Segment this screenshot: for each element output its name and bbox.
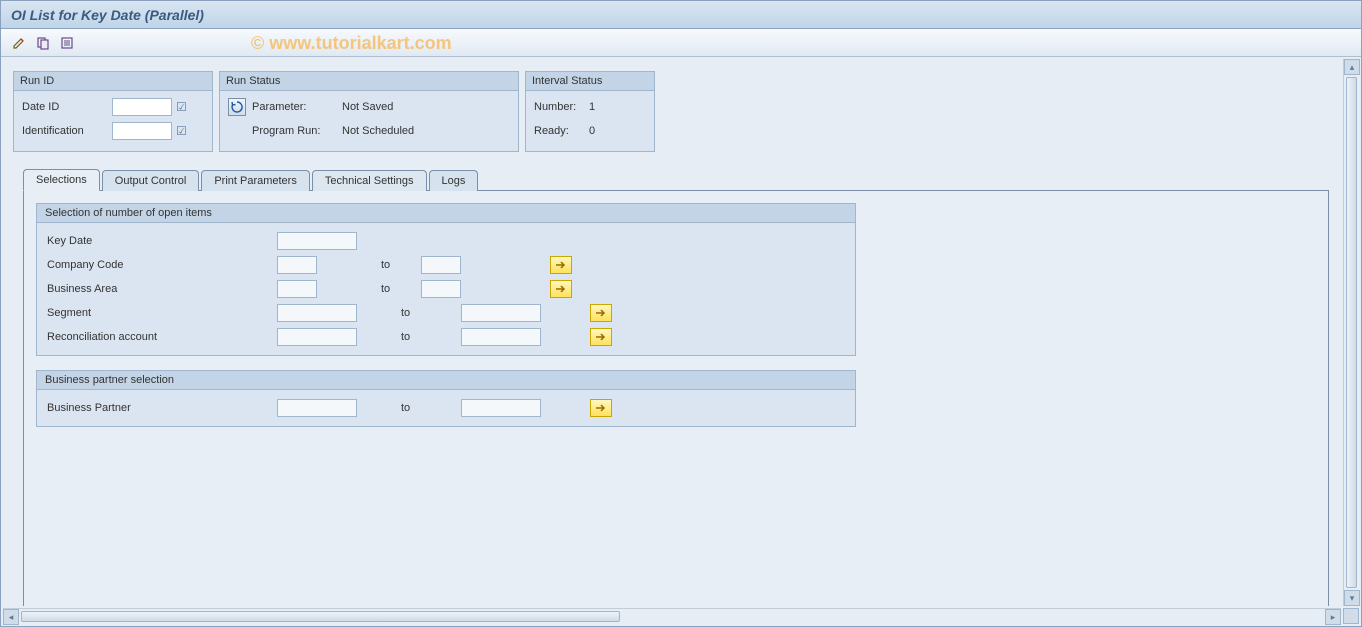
bp-from[interactable] [277, 399, 357, 417]
segment-label: Segment [47, 307, 277, 319]
company-code-label: Company Code [47, 259, 277, 271]
tabstrip: Selections Output Control Print Paramete… [23, 168, 1329, 191]
app-toolbar [1, 29, 1361, 57]
number-value: 1 [589, 101, 595, 113]
app-window: OI List for Key Date (Parallel) © www.tu… [0, 0, 1362, 627]
tab-output-control[interactable]: Output Control [102, 170, 200, 191]
runstatus-header: Run Status [220, 72, 518, 91]
list-icon[interactable] [57, 33, 77, 53]
title-bar: OI List for Key Date (Parallel) [1, 1, 1361, 29]
horizontal-scrollbar[interactable]: ◂ ▸ [3, 608, 1341, 624]
vertical-scrollbar[interactable]: ▴ ▾ [1343, 59, 1359, 606]
ready-value: 0 [589, 125, 595, 137]
business-area-label: Business Area [47, 283, 277, 295]
to-label: to [361, 402, 461, 414]
page-title: OI List for Key Date (Parallel) [11, 7, 204, 23]
check-icon: ☑ [176, 124, 187, 138]
key-date-label: Key Date [47, 235, 277, 247]
check-icon: ☑ [176, 100, 187, 114]
multiple-selection-icon[interactable] [590, 328, 612, 346]
content-area: Run ID Date ID ☑ Identification ☑ Run St… [1, 59, 1341, 606]
bp-label: Business Partner [47, 402, 277, 414]
date-id-input[interactable] [112, 98, 172, 116]
date-id-label: Date ID [22, 101, 112, 113]
group-bp-header: Business partner selection [37, 371, 855, 390]
to-label: to [361, 307, 461, 319]
business-area-from[interactable] [277, 280, 317, 298]
parameter-value: Not Saved [342, 101, 393, 113]
number-label: Number: [534, 101, 589, 113]
to-label: to [321, 283, 421, 295]
pencil-icon[interactable] [9, 33, 29, 53]
group-business-partner: Business partner selection Business Part… [36, 370, 856, 427]
recon-account-label: Reconciliation account [47, 331, 277, 343]
tab-print-parameters[interactable]: Print Parameters [201, 170, 310, 191]
intervalstatus-panel: Interval Status Number: 1 Ready: 0 [525, 71, 655, 152]
to-label: to [321, 259, 421, 271]
key-date-input[interactable] [277, 232, 357, 250]
scroll-thumb[interactable] [21, 611, 620, 622]
identification-label: Identification [22, 125, 112, 137]
group-open-items: Selection of number of open items Key Da… [36, 203, 856, 356]
programrun-label: Program Run: [252, 125, 342, 137]
runid-panel: Run ID Date ID ☑ Identification ☑ [13, 71, 213, 152]
segment-to[interactable] [461, 304, 541, 322]
group-open-items-header: Selection of number of open items [37, 204, 855, 223]
copy-icon[interactable] [33, 33, 53, 53]
multiple-selection-icon[interactable] [590, 304, 612, 322]
programrun-value: Not Scheduled [342, 125, 414, 137]
multiple-selection-icon[interactable] [590, 399, 612, 417]
identification-input[interactable] [112, 122, 172, 140]
ready-label: Ready: [534, 125, 589, 137]
scroll-up-icon[interactable]: ▴ [1344, 59, 1360, 75]
scroll-left-icon[interactable]: ◂ [3, 609, 19, 625]
business-area-to[interactable] [421, 280, 461, 298]
runid-header: Run ID [14, 72, 212, 91]
runstatus-panel: Run Status Parameter: Not Saved Program … [219, 71, 519, 152]
intervalstatus-header: Interval Status [526, 72, 654, 91]
bp-to[interactable] [461, 399, 541, 417]
to-label: to [361, 331, 461, 343]
tab-logs[interactable]: Logs [429, 170, 479, 191]
recon-account-to[interactable] [461, 328, 541, 346]
top-panels: Run ID Date ID ☑ Identification ☑ Run St… [13, 71, 1329, 152]
segment-from[interactable] [277, 304, 357, 322]
company-code-from[interactable] [277, 256, 317, 274]
tab-selections[interactable]: Selections [23, 169, 100, 191]
recon-account-from[interactable] [277, 328, 357, 346]
tab-content: Selection of number of open items Key Da… [23, 191, 1329, 606]
refresh-icon[interactable] [228, 98, 246, 116]
multiple-selection-icon[interactable] [550, 280, 572, 298]
scroll-right-icon[interactable]: ▸ [1325, 609, 1341, 625]
company-code-to[interactable] [421, 256, 461, 274]
multiple-selection-icon[interactable] [550, 256, 572, 274]
scroll-down-icon[interactable]: ▾ [1344, 590, 1360, 606]
scroll-corner [1343, 608, 1359, 624]
tab-technical-settings[interactable]: Technical Settings [312, 170, 427, 191]
parameter-label: Parameter: [252, 101, 342, 113]
scroll-thumb[interactable] [1346, 77, 1357, 588]
